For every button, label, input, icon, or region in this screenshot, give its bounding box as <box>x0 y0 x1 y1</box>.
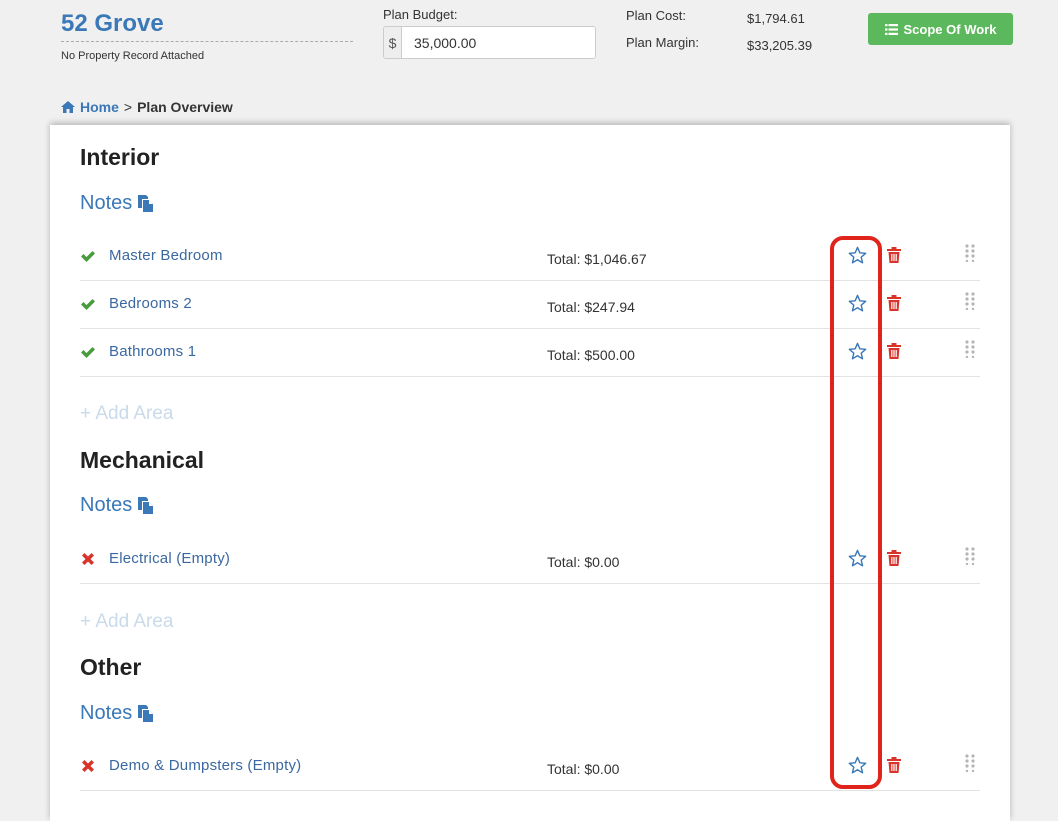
breadcrumb-home-link[interactable]: Home <box>80 99 119 115</box>
section-title-mechanical: Mechanical <box>80 447 204 473</box>
area-total: Total: $0.00 <box>547 554 620 570</box>
copy-icon <box>138 195 154 212</box>
plan-budget-field: $ <box>383 26 596 59</box>
area-name[interactable]: Bathrooms 1 <box>109 343 196 360</box>
section-title-other: Other <box>80 654 142 680</box>
check-icon <box>81 347 95 358</box>
plan-budget-label: Plan Budget: <box>383 7 458 22</box>
plan-budget-input[interactable] <box>402 27 595 58</box>
x-icon <box>82 553 94 565</box>
plan-cost-value: $1,794.61 <box>747 11 805 26</box>
trash-icon[interactable] <box>887 247 901 263</box>
section-title-interior: Interior <box>80 144 160 170</box>
plan-header: 52 Grove No Property Record Attached Pla… <box>0 0 1058 125</box>
trash-icon[interactable] <box>887 343 901 359</box>
plan-margin-value: $33,205.39 <box>747 38 813 53</box>
area-name[interactable]: Demo & Dumpsters (Empty) <box>109 757 301 774</box>
trash-icon[interactable] <box>887 550 901 566</box>
notes-link-mechanical[interactable]: Notes <box>80 494 154 517</box>
copy-icon <box>138 705 154 722</box>
list-icon <box>884 23 898 35</box>
copy-icon <box>138 497 154 514</box>
drag-handle-icon[interactable] <box>965 547 975 565</box>
drag-handle-icon[interactable] <box>965 244 975 262</box>
add-area-link-mechanical[interactable]: + Add Area <box>80 611 174 633</box>
add-area-link-interior[interactable]: + Add Area <box>80 403 174 425</box>
currency-addon: $ <box>384 27 402 58</box>
breadcrumb-current: Plan Overview <box>137 99 233 115</box>
scope-of-work-button[interactable]: Scope Of Work <box>868 13 1013 45</box>
area-name[interactable]: Electrical (Empty) <box>109 550 230 567</box>
check-icon <box>81 251 95 262</box>
notes-label: Notes <box>80 702 133 724</box>
plan-cost-label: Plan Cost: <box>626 8 686 23</box>
area-total: Total: $0.00 <box>547 761 620 777</box>
plan-margin-label: Plan Margin: <box>626 35 699 50</box>
drag-handle-icon[interactable] <box>965 292 975 310</box>
check-icon <box>81 299 95 310</box>
property-title[interactable]: 52 Grove <box>61 10 164 38</box>
trash-icon[interactable] <box>887 757 901 773</box>
notes-link-other[interactable]: Notes <box>80 702 154 725</box>
trash-icon[interactable] <box>887 295 901 311</box>
drag-handle-icon[interactable] <box>965 754 975 772</box>
area-total: Total: $500.00 <box>547 347 635 363</box>
area-name[interactable]: Bedrooms 2 <box>109 295 192 312</box>
notes-link-interior[interactable]: Notes <box>80 192 154 215</box>
breadcrumb-separator: > <box>123 99 133 115</box>
drag-handle-icon[interactable] <box>965 340 975 358</box>
property-record-status: No Property Record Attached <box>61 41 353 62</box>
area-name[interactable]: Master Bedroom <box>109 247 223 264</box>
notes-label: Notes <box>80 494 133 516</box>
notes-label: Notes <box>80 192 133 214</box>
star-column-highlight <box>830 236 882 789</box>
area-total: Total: $247.94 <box>547 299 635 315</box>
home-icon[interactable] <box>61 101 75 113</box>
breadcrumb: Home > Plan Overview <box>61 99 233 115</box>
area-total: Total: $1,046.67 <box>547 251 647 267</box>
scope-of-work-label: Scope Of Work <box>903 21 997 37</box>
x-icon <box>82 760 94 772</box>
